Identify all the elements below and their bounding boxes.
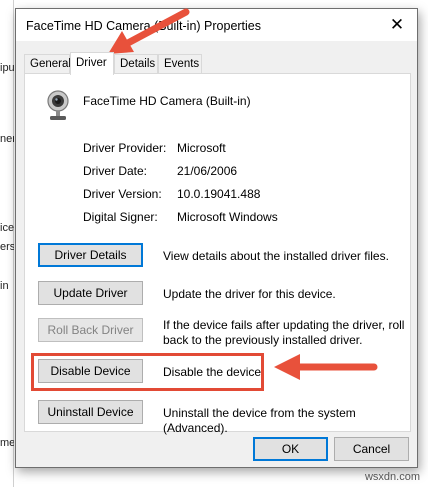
driver-date-value: 21/06/2006 bbox=[177, 164, 238, 178]
webcam-icon bbox=[47, 90, 69, 120]
driver-details-description: View details about the installed driver … bbox=[163, 249, 389, 263]
driver-details-button[interactable]: Driver Details bbox=[38, 243, 143, 267]
driver-version-label: Driver Version: bbox=[83, 187, 162, 201]
background-text: me bbox=[0, 437, 14, 449]
background-text: ipu bbox=[0, 62, 14, 74]
background-text: ers bbox=[0, 241, 14, 253]
tab-general[interactable]: General bbox=[24, 54, 71, 74]
background-text: ices bbox=[0, 222, 14, 234]
disable-device-button[interactable]: Disable Device bbox=[38, 359, 143, 383]
uninstall-device-button[interactable]: Uninstall Device bbox=[38, 400, 143, 424]
tab-strip: General Driver Details Events bbox=[24, 52, 414, 75]
close-button[interactable]: ✕ bbox=[377, 9, 417, 41]
roll-back-driver-button[interactable]: Roll Back Driver bbox=[38, 318, 143, 342]
driver-version-value: 10.0.19041.488 bbox=[177, 187, 261, 201]
tab-events[interactable]: Events bbox=[158, 54, 202, 74]
title-bar[interactable]: FaceTime HD Camera (Built-in) Properties… bbox=[16, 9, 417, 41]
background-window: ipu nera ices ers in me bbox=[0, 0, 14, 487]
update-driver-button[interactable]: Update Driver bbox=[38, 281, 143, 305]
driver-date-label: Driver Date: bbox=[83, 164, 148, 178]
update-driver-description: Update the driver for this device. bbox=[163, 287, 336, 301]
driver-provider-label: Driver Provider: bbox=[83, 141, 167, 155]
driver-tab-panel: FaceTime HD Camera (Built-in) Driver Pro… bbox=[24, 73, 411, 435]
dialog-title: FaceTime HD Camera (Built-in) Properties bbox=[26, 19, 262, 33]
driver-provider-value: Microsoft bbox=[177, 141, 226, 155]
tab-details[interactable]: Details bbox=[114, 54, 158, 74]
digital-signer-label: Digital Signer: bbox=[83, 210, 158, 224]
digital-signer-value: Microsoft Windows bbox=[177, 210, 278, 224]
close-icon: ✕ bbox=[389, 15, 405, 34]
uninstall-device-description: Uninstall the device from the system (Ad… bbox=[163, 406, 356, 435]
screenshot: ipu nera ices ers in me FaceTime HD Came… bbox=[0, 0, 428, 487]
ok-button[interactable]: OK bbox=[253, 437, 328, 461]
disable-device-description: Disable the device. bbox=[163, 365, 265, 379]
watermark: wsxdn.com bbox=[364, 471, 420, 483]
background-text: nera bbox=[0, 133, 14, 145]
tab-driver[interactable]: Driver bbox=[70, 52, 114, 75]
cancel-button[interactable]: Cancel bbox=[334, 437, 409, 461]
properties-dialog: FaceTime HD Camera (Built-in) Properties… bbox=[15, 8, 418, 468]
background-text: in bbox=[0, 280, 9, 292]
device-name: FaceTime HD Camera (Built-in) bbox=[83, 94, 251, 108]
roll-back-driver-description: If the device fails after updating the d… bbox=[163, 318, 405, 347]
